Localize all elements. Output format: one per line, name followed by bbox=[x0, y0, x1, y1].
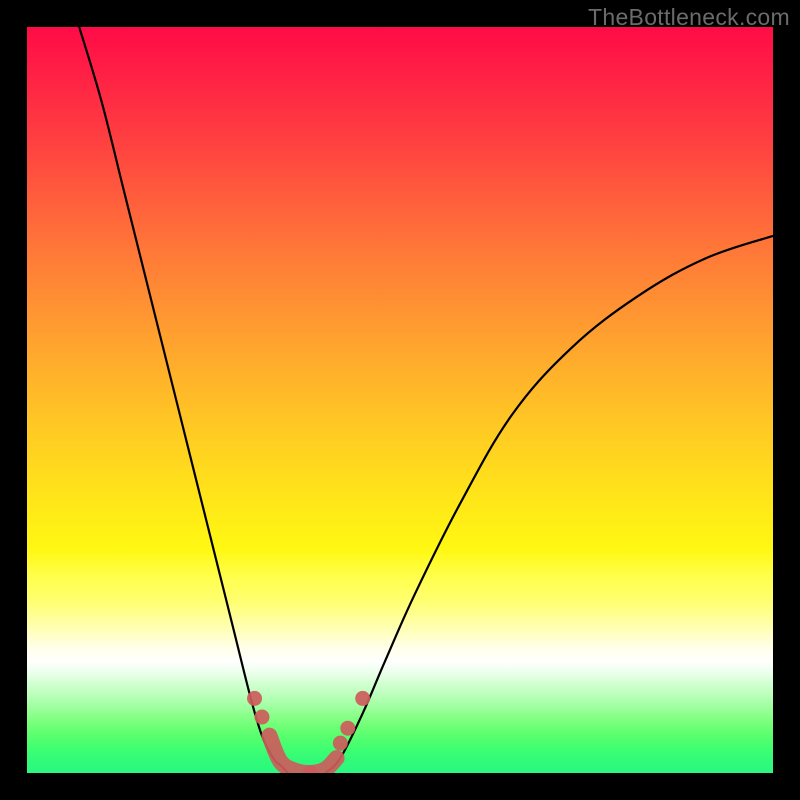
highlight-point bbox=[340, 721, 355, 736]
right-curve bbox=[325, 236, 773, 773]
left-curve bbox=[79, 27, 288, 773]
chart-frame: TheBottleneck.com bbox=[0, 0, 800, 800]
plot-area bbox=[27, 27, 773, 773]
highlight-point bbox=[333, 736, 348, 751]
highlight-point bbox=[355, 691, 370, 706]
highlight-point bbox=[247, 691, 262, 706]
highlight-path bbox=[269, 736, 336, 773]
highlight-point bbox=[254, 710, 269, 725]
chart-svg bbox=[27, 27, 773, 773]
